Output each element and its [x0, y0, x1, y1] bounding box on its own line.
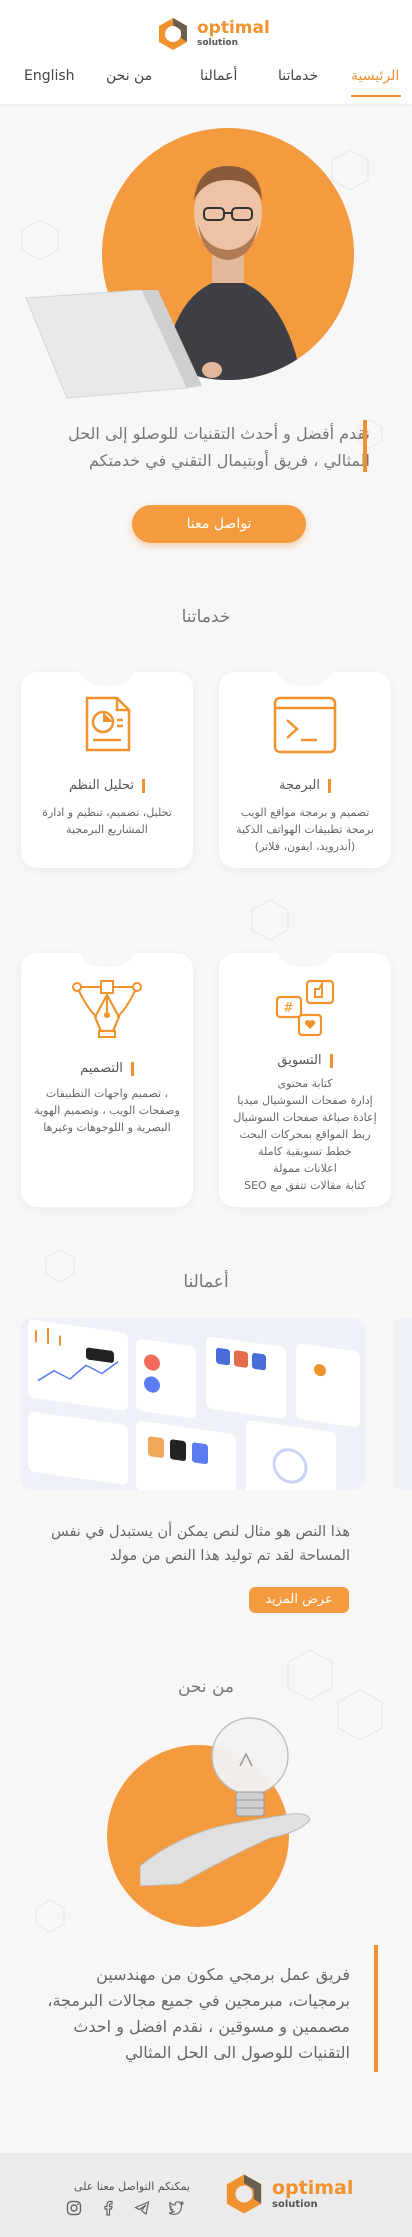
- service-line: كتابة مقالات تتفق مع SEO: [244, 1179, 366, 1192]
- nav-about[interactable]: من نحن: [106, 68, 152, 84]
- instagram-icon[interactable]: [66, 2200, 82, 2216]
- service-desc-list: كتابة محتوى إدارة صفحات السوشيال ميديا إ…: [225, 1075, 385, 1194]
- hero-tagline: نقدم أفضل و أحدث التقنيات للوصلو إلى الح…: [68, 424, 370, 470]
- pen-tool-icon: [72, 980, 142, 1038]
- work-screenshot[interactable]: [20, 1318, 365, 1490]
- svg-text:#: #: [283, 1001, 294, 1016]
- footer-logo-sub: solution: [272, 2198, 318, 2210]
- works-title: أعمالنا: [183, 1272, 229, 1292]
- about-title: من نحن: [177, 1677, 235, 1697]
- service-title: التصميم: [80, 1061, 123, 1076]
- nav-works[interactable]: أعمالنا: [200, 68, 237, 84]
- terminal-icon: [273, 696, 337, 754]
- footer-logo[interactable]: optimal solution: [222, 2172, 353, 2216]
- service-desc: تصميم و برمجة مواقع الويب برمجة تطبيقات …: [236, 806, 374, 853]
- service-line: كتابة محتوى: [277, 1077, 333, 1090]
- service-title: تحليل النظم: [68, 778, 135, 793]
- service-line: إدارة صفحات السوشيال ميديا: [237, 1094, 373, 1107]
- logo[interactable]: optimal solution: [155, 16, 270, 52]
- logo-icon: [159, 18, 187, 50]
- service-line: اعلانات ممولة: [273, 1162, 337, 1175]
- service-line: ربط المواقع بمحركات البحث: [239, 1128, 371, 1141]
- service-card-programming: البرمجة تصميم و برمجة مواقع الويب برمجة …: [219, 662, 391, 868]
- twitter-icon[interactable]: [168, 2200, 184, 2216]
- service-line: إعادة صياغة صفحات السوشيال: [233, 1111, 377, 1124]
- service-card-marketing: # التسويق كتابة محتوى إدارة صفحات السوشي…: [219, 943, 391, 1207]
- social-marketing-icon: #: [275, 979, 335, 1037]
- footer-contact-text: يمكنكم التواصل معنا على: [73, 2180, 190, 2193]
- service-line: خطط تسويقية كاملة: [258, 1145, 352, 1158]
- services-title: خدماتنا: [181, 607, 231, 627]
- laptop-illustration: [25, 290, 222, 399]
- about-description: فريق عمل برمجي مكون من مهندسين برمجيات، …: [47, 1965, 350, 2062]
- service-title: التسويق: [277, 1053, 322, 1068]
- facebook-icon[interactable]: [100, 2200, 116, 2216]
- report-chart-icon: [85, 696, 131, 752]
- show-more-button[interactable]: عرض المزيد: [249, 1587, 349, 1613]
- about-accent-bar: [374, 1945, 378, 2072]
- nav-language[interactable]: English: [24, 68, 75, 84]
- tagline-accent-bar: [363, 420, 367, 472]
- work-next-slide[interactable]: [393, 1318, 412, 1490]
- site-header: optimal solution الرئيسية خدماتنا أعمالن…: [0, 0, 412, 104]
- nav-home[interactable]: الرئيسية: [351, 68, 399, 84]
- logo-sub-text: solution: [197, 38, 239, 48]
- logo-main-text: optimal: [197, 18, 270, 38]
- service-desc: ، تصميم واجهات التطبيقات وصفحات الويب ، …: [34, 1087, 180, 1134]
- telegram-icon[interactable]: [134, 2200, 150, 2216]
- service-title: البرمجة: [279, 778, 320, 793]
- service-card-design: التصميم ، تصميم واجهات التطبيقات وصفحات …: [21, 943, 193, 1207]
- nav-active-underline: [351, 95, 401, 97]
- footer-logo-main: optimal: [272, 2176, 354, 2199]
- logo-icon: [226, 2174, 262, 2214]
- works-description: هذا النص هو مثال لنص يمكن أن يستبدل في ن…: [50, 1524, 350, 1564]
- service-card-analysis: تحليل النظم تحليل، تصميم، تنظيم و ادارة …: [21, 662, 193, 868]
- nav-services[interactable]: خدماتنا: [278, 68, 318, 84]
- contact-us-button[interactable]: تواصل معنا: [132, 505, 306, 543]
- service-desc: تحليل، تصميم، تنظيم و ادارة المشاريع الب…: [42, 806, 172, 836]
- lightbulb-hand-illustration: [140, 1717, 311, 1886]
